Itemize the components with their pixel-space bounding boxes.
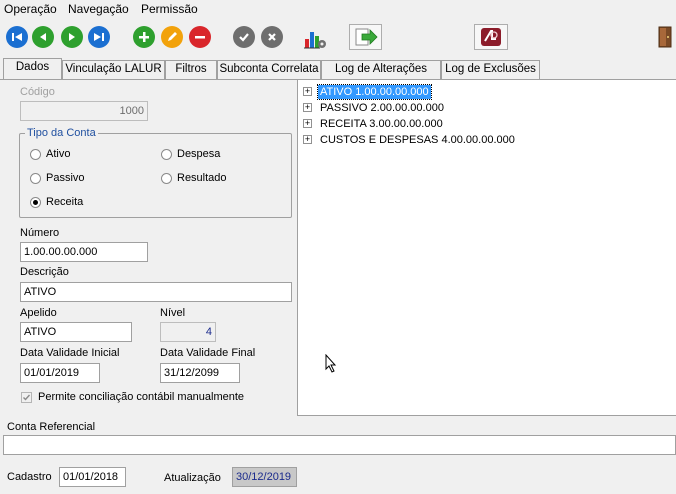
atualizacao-label: Atualização: [164, 472, 221, 484]
radio-ativo-label[interactable]: Ativo: [46, 148, 70, 160]
expand-icon[interactable]: +: [303, 87, 312, 96]
logo-icon[interactable]: [474, 24, 508, 50]
data-validade-inicial-label: Data Validade Inicial: [20, 347, 120, 359]
conta-referencial-field[interactable]: [3, 435, 676, 455]
radio-passivo[interactable]: [30, 173, 41, 184]
tab-subconta-correlata[interactable]: Subconta Correlata: [217, 60, 321, 79]
radio-passivo-label[interactable]: Passivo: [46, 172, 85, 184]
exit-icon[interactable]: [655, 24, 675, 50]
edit-icon[interactable]: [161, 26, 183, 48]
nivel-label: Nível: [160, 307, 186, 319]
tab-log-alteracoes[interactable]: Log de Alterações: [321, 60, 441, 79]
numero-field[interactable]: 1.00.00.00.000: [20, 242, 148, 262]
tree-node-label[interactable]: ATIVO 1.00.00.00.000: [317, 84, 432, 100]
add-icon[interactable]: [133, 26, 155, 48]
numero-label: Número: [20, 227, 60, 239]
menu-navegacao[interactable]: Navegação: [68, 2, 129, 16]
cadastro-label: Cadastro: [7, 471, 52, 483]
cadastro-field: 01/01/2018: [59, 467, 126, 487]
tab-dados[interactable]: Dados: [3, 58, 62, 79]
export-icon[interactable]: [349, 24, 382, 50]
menu-bar: Operação Navegação Permissão: [0, 0, 676, 18]
codigo-label: Código: [20, 86, 55, 98]
radio-despesa[interactable]: [161, 149, 172, 160]
radio-receita-label[interactable]: Receita: [46, 196, 83, 208]
conta-referencial-label: Conta Referencial: [7, 421, 96, 433]
radio-despesa-label[interactable]: Despesa: [177, 148, 220, 160]
tree-node-label[interactable]: CUSTOS E DESPESAS 4.00.00.00.000: [318, 133, 517, 147]
data-validade-final-field[interactable]: 31/12/2099: [160, 363, 240, 383]
next-icon[interactable]: [61, 26, 83, 48]
chart-icon[interactable]: [303, 26, 326, 49]
atualizacao-field: 30/12/2019: [232, 467, 297, 487]
data-validade-final-label: Data Validade Final: [160, 347, 256, 359]
tab-log-exclusoes[interactable]: Log de Exclusões: [441, 60, 540, 79]
cancel-icon[interactable]: [261, 26, 283, 48]
codigo-field: 1000: [20, 101, 148, 121]
prev-icon[interactable]: [32, 26, 54, 48]
apelido-field[interactable]: ATIVO: [20, 322, 132, 342]
data-validade-inicial-field[interactable]: 01/01/2019: [20, 363, 100, 383]
descricao-field[interactable]: ATIVO: [20, 282, 292, 302]
conciliacao-checkbox[interactable]: [21, 392, 32, 403]
menu-operacao[interactable]: Operação: [4, 2, 57, 16]
mouse-cursor-icon: [325, 354, 337, 373]
toolbar: [0, 18, 676, 58]
descricao-label: Descrição: [20, 266, 69, 278]
radio-resultado-label[interactable]: Resultado: [177, 172, 227, 184]
first-icon[interactable]: [6, 26, 28, 48]
expand-icon[interactable]: +: [303, 103, 312, 112]
expand-icon[interactable]: +: [303, 119, 312, 128]
account-tree[interactable]: + ATIVO 1.00.00.00.000 + PASSIVO 2.00.00…: [297, 80, 676, 416]
conciliacao-label: Permite conciliação contábil manualmente: [38, 391, 245, 403]
apelido-label: Apelido: [20, 307, 57, 319]
radio-resultado[interactable]: [161, 173, 172, 184]
tab-strip: Dados Vinculação LALUR Filtros Subconta …: [0, 58, 676, 79]
menu-permissao[interactable]: Permissão: [141, 2, 198, 16]
radio-receita[interactable]: [30, 197, 41, 208]
delete-icon[interactable]: [189, 26, 211, 48]
confirm-icon[interactable]: [233, 26, 255, 48]
expand-icon[interactable]: +: [303, 135, 312, 144]
tipo-conta-label: Tipo da Conta: [25, 127, 98, 139]
tree-node-label[interactable]: RECEITA 3.00.00.00.000: [318, 117, 445, 131]
radio-ativo[interactable]: [30, 149, 41, 160]
tab-filtros[interactable]: Filtros: [165, 60, 217, 79]
nivel-field: 4: [160, 322, 216, 342]
last-icon[interactable]: [88, 26, 110, 48]
tab-vinculacao-lalur[interactable]: Vinculação LALUR: [62, 60, 165, 79]
tree-node-label[interactable]: PASSIVO 2.00.00.00.000: [318, 101, 446, 115]
